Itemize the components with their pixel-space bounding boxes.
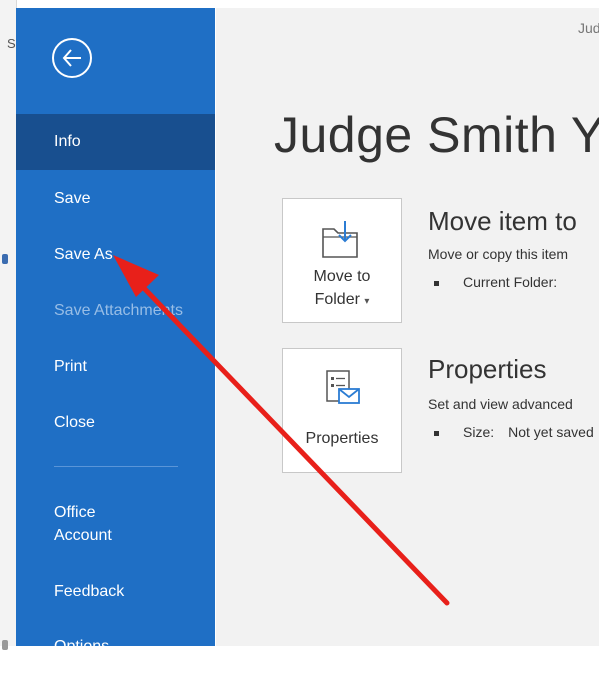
size-bullet: Size: Not yet saved	[434, 424, 594, 440]
nav-item-label: Print	[54, 358, 87, 375]
nav-item-label-line2: Account	[54, 527, 112, 544]
nav-item-save-attachments: Save Attachments	[16, 283, 215, 339]
nav-item-label: Save Attachments	[54, 302, 183, 319]
current-folder-bullet: Current Folder:	[434, 274, 571, 290]
bullet-value: Not yet saved	[508, 424, 594, 440]
nav-item-label: Feedback	[54, 583, 125, 600]
bullet-key: Size:	[463, 424, 495, 440]
nav-item-info[interactable]: Info	[16, 114, 215, 170]
move-to-folder-line2: Folder	[314, 291, 360, 308]
properties-button[interactable]: Properties	[282, 348, 402, 473]
nav-item-office-account[interactable]: Office Account	[16, 494, 215, 554]
move-to-folder-line1: Move to	[313, 268, 371, 285]
backstage-nav: Info Save Save As Save Attachments Print…	[16, 8, 215, 655]
nav-item-label: Save	[54, 190, 91, 207]
bullet-key: Current Folder:	[463, 274, 558, 290]
nav-item-save[interactable]: Save	[16, 171, 215, 227]
nav-divider	[54, 466, 178, 467]
chevron-down-icon: ▾	[364, 296, 370, 307]
nav-item-print[interactable]: Print	[16, 339, 215, 395]
properties-section-title: Properties	[428, 354, 547, 384]
background-window-strip: S	[0, 0, 17, 650]
move-to-folder-button[interactable]: Move to Folder ▾	[282, 198, 402, 323]
properties-label: Properties	[305, 430, 379, 447]
nav-item-label: Save As	[54, 246, 113, 263]
nav-item-feedback[interactable]: Feedback	[16, 564, 215, 620]
nav-item-label: Info	[54, 133, 81, 150]
back-arrow-icon	[62, 49, 81, 67]
backstage-content: Judge Smith Judge Smith Y Move to Folder…	[216, 8, 599, 646]
back-button[interactable]	[52, 38, 92, 78]
move-section-description: Move or copy this item	[428, 246, 569, 262]
nav-item-label-line1: Office	[54, 504, 96, 521]
bullet-icon	[434, 430, 439, 436]
window-title: Judge Smith	[578, 20, 599, 36]
nav-item-label: Options	[54, 638, 110, 655]
properties-icon	[326, 370, 360, 404]
move-section-title: Move item to	[428, 206, 577, 236]
nav-item-label: Office Account	[54, 501, 112, 547]
background-window-letter: S	[7, 36, 16, 51]
move-to-folder-icon	[322, 221, 358, 258]
nav-item-close[interactable]: Close	[16, 395, 215, 451]
bullet-icon	[434, 280, 439, 286]
properties-section-description: Set and view advanced	[428, 396, 573, 412]
nav-item-options[interactable]: Options	[16, 622, 215, 678]
move-to-folder-label: Move to Folder ▾	[283, 265, 401, 313]
background-window-marker	[2, 640, 8, 650]
nav-item-save-as[interactable]: Save As	[16, 227, 215, 283]
nav-item-label: Close	[54, 414, 95, 431]
background-window-marker	[2, 254, 8, 264]
page-title: Judge Smith Y	[274, 107, 599, 163]
